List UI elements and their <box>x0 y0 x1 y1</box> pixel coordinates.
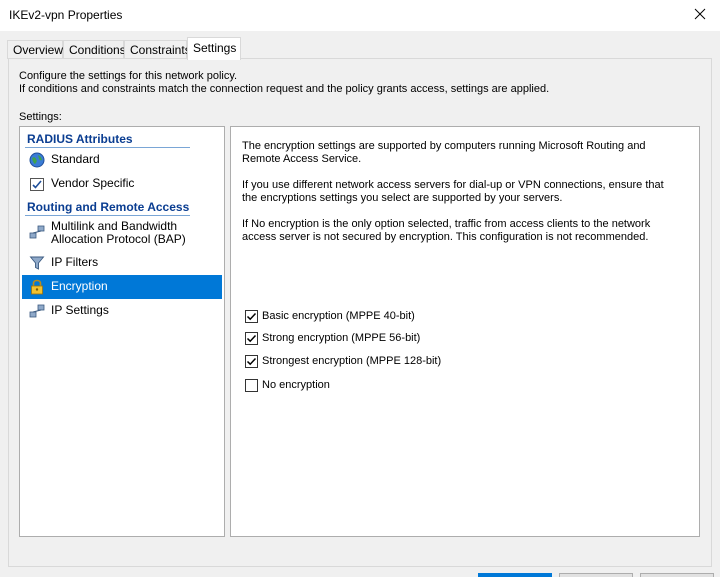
sidebar-item-ip-settings[interactable]: IP Settings <box>22 299 222 323</box>
globe-icon <box>29 152 45 168</box>
sidebar-item-vendor-specific[interactable]: Vendor Specific <box>22 172 222 196</box>
no-encryption-label[interactable]: No encryption <box>262 379 330 391</box>
network-icon <box>29 304 45 318</box>
info-line: the encryptions settings you select are … <box>242 192 563 204</box>
title-bar: IKEv2-vpn Properties <box>0 0 720 31</box>
apply-button[interactable] <box>640 573 714 577</box>
sidebar-item-encryption[interactable]: Encryption <box>22 275 222 299</box>
strong-encryption-checkbox[interactable] <box>245 332 258 345</box>
section-divider <box>25 215 190 216</box>
strongest-encryption-checkbox[interactable] <box>245 355 258 368</box>
description-line: If conditions and constraints match the … <box>19 83 550 95</box>
info-paragraph: The encryption settings are supported by… <box>242 140 682 166</box>
sidebar-item-label: Encryption <box>51 279 108 293</box>
strongest-encryption-label[interactable]: Strongest encryption (MPPE 128-bit) <box>262 355 441 367</box>
checklist-icon <box>30 178 44 191</box>
info-paragraph: If you use different network access serv… <box>242 179 682 205</box>
close-icon[interactable] <box>690 4 710 24</box>
sidebar-item-label: Standard <box>51 152 100 166</box>
sidebar-item-label: Multilink and Bandwidth Allocation Proto… <box>51 220 186 246</box>
info-line: If No encryption is the only option sele… <box>242 218 651 230</box>
info-line: Remote Access Service. <box>242 153 362 165</box>
tab-conditions[interactable]: Conditions <box>63 40 126 59</box>
sidebar-item-multilink-bap[interactable]: Multilink and Bandwidth Allocation Proto… <box>22 218 222 250</box>
tab-strip: Overview Conditions Constraints Settings <box>0 31 720 60</box>
no-encryption-checkbox[interactable] <box>245 379 258 392</box>
settings-label: Settings: <box>19 111 62 123</box>
checkmark-icon <box>246 357 257 366</box>
checkmark-icon <box>246 312 257 321</box>
lock-icon <box>31 279 43 295</box>
settings-nav-pane[interactable]: RADIUS Attributes Standard Vendor Specif… <box>19 126 225 537</box>
sidebar-item-standard[interactable]: Standard <box>22 148 222 172</box>
basic-encryption-checkbox[interactable] <box>245 310 258 323</box>
tab-settings[interactable]: Settings <box>187 37 241 60</box>
sidebar-item-label: IP Filters <box>51 255 99 269</box>
radius-attributes-header: RADIUS Attributes <box>27 132 133 146</box>
strong-encryption-label[interactable]: Strong encryption (MPPE 56-bit) <box>262 332 420 344</box>
filter-icon <box>29 256 45 270</box>
sidebar-item-label-line: Allocation Protocol (BAP) <box>51 232 186 246</box>
info-line: access server is not secured by encrypti… <box>242 231 649 243</box>
tab-overview[interactable]: Overview <box>7 40 63 59</box>
policy-description: Configure the settings for this network … <box>19 70 699 96</box>
sidebar-item-label: IP Settings <box>51 303 109 317</box>
routing-remote-access-header: Routing and Remote Access <box>27 200 190 214</box>
sidebar-item-ip-filters[interactable]: IP Filters <box>22 251 222 275</box>
info-line: If you use different network access serv… <box>242 179 664 191</box>
ok-button[interactable] <box>478 573 552 577</box>
info-paragraph: If No encryption is the only option sele… <box>242 218 682 244</box>
checkmark-icon <box>246 334 257 343</box>
basic-encryption-label[interactable]: Basic encryption (MPPE 40-bit) <box>262 310 415 322</box>
sidebar-item-label: Vendor Specific <box>51 176 135 190</box>
window-title: IKEv2-vpn Properties <box>9 8 123 22</box>
tab-constraints[interactable]: Constraints <box>124 40 191 59</box>
cancel-button[interactable] <box>559 573 633 577</box>
info-line: The encryption settings are supported by… <box>242 140 646 152</box>
encryption-settings-pane: The encryption settings are supported by… <box>230 126 700 537</box>
description-line: Configure the settings for this network … <box>19 70 238 82</box>
sidebar-item-label-line: Multilink and Bandwidth <box>51 219 178 233</box>
network-icon <box>29 225 45 239</box>
